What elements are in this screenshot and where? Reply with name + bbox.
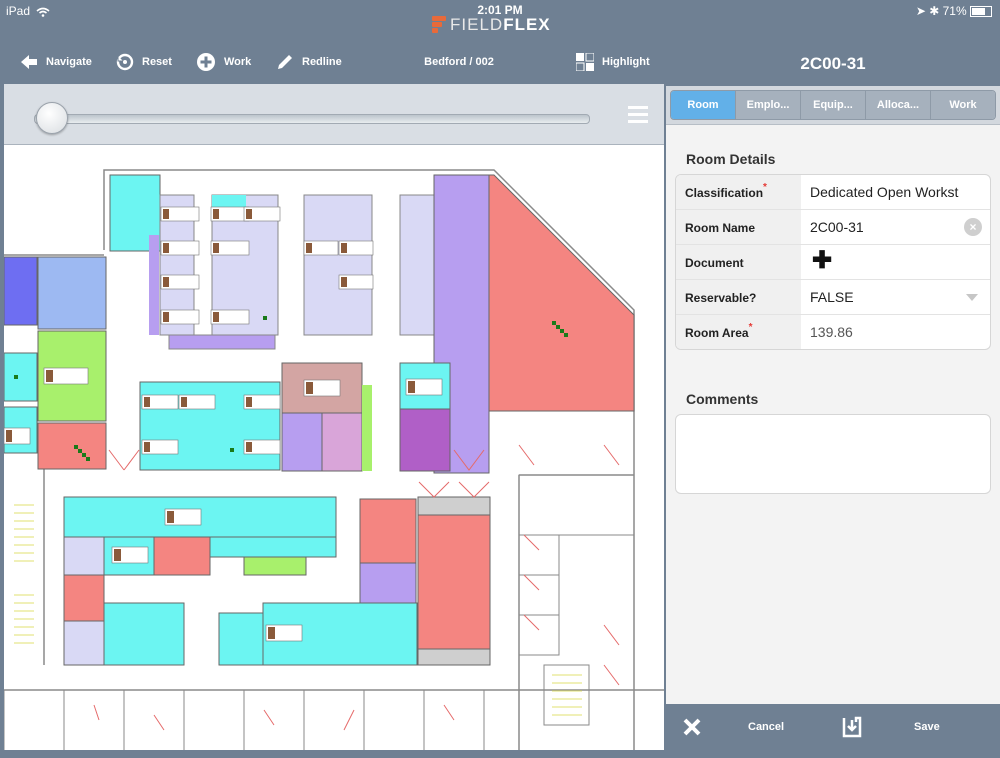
panel-tabs: Room Emplo... Equip... Alloca... Work xyxy=(666,86,1000,125)
reset-button[interactable]: Reset xyxy=(116,40,172,84)
room-name-label: Room Name xyxy=(676,210,801,244)
pencil-icon xyxy=(278,55,292,69)
arrow-left-icon xyxy=(21,55,37,69)
room-details-heading: Room Details xyxy=(686,151,776,167)
reset-icon xyxy=(116,53,134,71)
work-button[interactable]: Work xyxy=(196,40,251,84)
menu-icon[interactable] xyxy=(628,106,648,124)
document-label: Document xyxy=(676,245,801,279)
reservable-label: Reservable? xyxy=(676,280,801,314)
reservable-select[interactable]: FALSE xyxy=(810,280,980,314)
classification-label: Classification* xyxy=(676,175,801,209)
room-area-field[interactable]: 139.86 xyxy=(810,315,980,349)
logo-mark-icon xyxy=(432,16,446,34)
battery-percent: 71% xyxy=(942,4,967,18)
zoom-slider-bar xyxy=(4,84,664,145)
location-arrow-icon: ➤ xyxy=(915,4,926,18)
classification-field[interactable]: Dedicated Open Workst xyxy=(810,175,980,209)
status-bar: iPad 2:01 PM ➤ ✱ 71% FIELD FLEX xyxy=(0,0,1000,40)
room-name-field[interactable]: 2C00-31 xyxy=(810,210,980,244)
plus-circle-icon xyxy=(197,53,215,71)
save-button[interactable]: Save xyxy=(914,704,940,750)
floor-plan-drawing xyxy=(4,169,664,750)
highlight-grid-icon xyxy=(576,53,594,71)
highlight-button[interactable]: Highlight xyxy=(576,40,650,84)
floor-plan[interactable] xyxy=(4,145,664,750)
tab-allocations[interactable]: Alloca... xyxy=(866,91,931,119)
app-logo: FIELD FLEX xyxy=(432,14,551,36)
add-document-icon[interactable]: ✚ xyxy=(812,249,832,273)
location-title: Bedford / 002 xyxy=(424,56,494,68)
battery-icon xyxy=(970,6,992,18)
map-area: Navigate Reset Work Redline Bedford / 00… xyxy=(4,40,664,750)
redline-button[interactable]: Redline xyxy=(276,40,342,84)
zoom-slider-track[interactable] xyxy=(34,114,590,124)
save-to-device-icon[interactable] xyxy=(842,704,866,750)
room-details-form: Classification* Dedicated Open Workst Ro… xyxy=(675,174,991,350)
close-icon[interactable] xyxy=(682,704,706,750)
status-right: ➤ ✱ 71% xyxy=(916,4,992,18)
panel-footer: Cancel Save xyxy=(666,704,1000,750)
classification-row: Classification* Dedicated Open Workst xyxy=(676,175,990,210)
room-name-row: Room Name 2C00-31 × xyxy=(676,210,990,245)
tab-room[interactable]: Room xyxy=(671,91,736,119)
clear-icon[interactable]: × xyxy=(964,218,982,236)
bluetooth-icon: ✱ xyxy=(929,4,940,18)
tab-work[interactable]: Work xyxy=(931,91,995,119)
comments-heading: Comments xyxy=(686,391,759,407)
room-title: 2C00-31 xyxy=(666,40,1000,86)
room-area-row: Room Area* 139.86 xyxy=(676,315,990,349)
chevron-down-icon[interactable] xyxy=(966,294,978,301)
tab-equipment[interactable]: Equip... xyxy=(801,91,866,119)
tab-employees[interactable]: Emplo... xyxy=(736,91,801,119)
room-area-label: Room Area* xyxy=(676,315,801,349)
cancel-button[interactable]: Cancel xyxy=(748,704,784,750)
room-detail-panel: 2C00-31 Room Emplo... Equip... Alloca...… xyxy=(666,40,1000,750)
document-row: Document ✚ xyxy=(676,245,990,280)
comments-textarea[interactable] xyxy=(675,414,991,494)
navigate-button[interactable]: Navigate xyxy=(20,40,92,84)
reservable-row: Reservable? FALSE xyxy=(676,280,990,315)
zoom-slider-thumb[interactable] xyxy=(36,102,68,134)
map-toolbar: Navigate Reset Work Redline Bedford / 00… xyxy=(4,40,664,85)
